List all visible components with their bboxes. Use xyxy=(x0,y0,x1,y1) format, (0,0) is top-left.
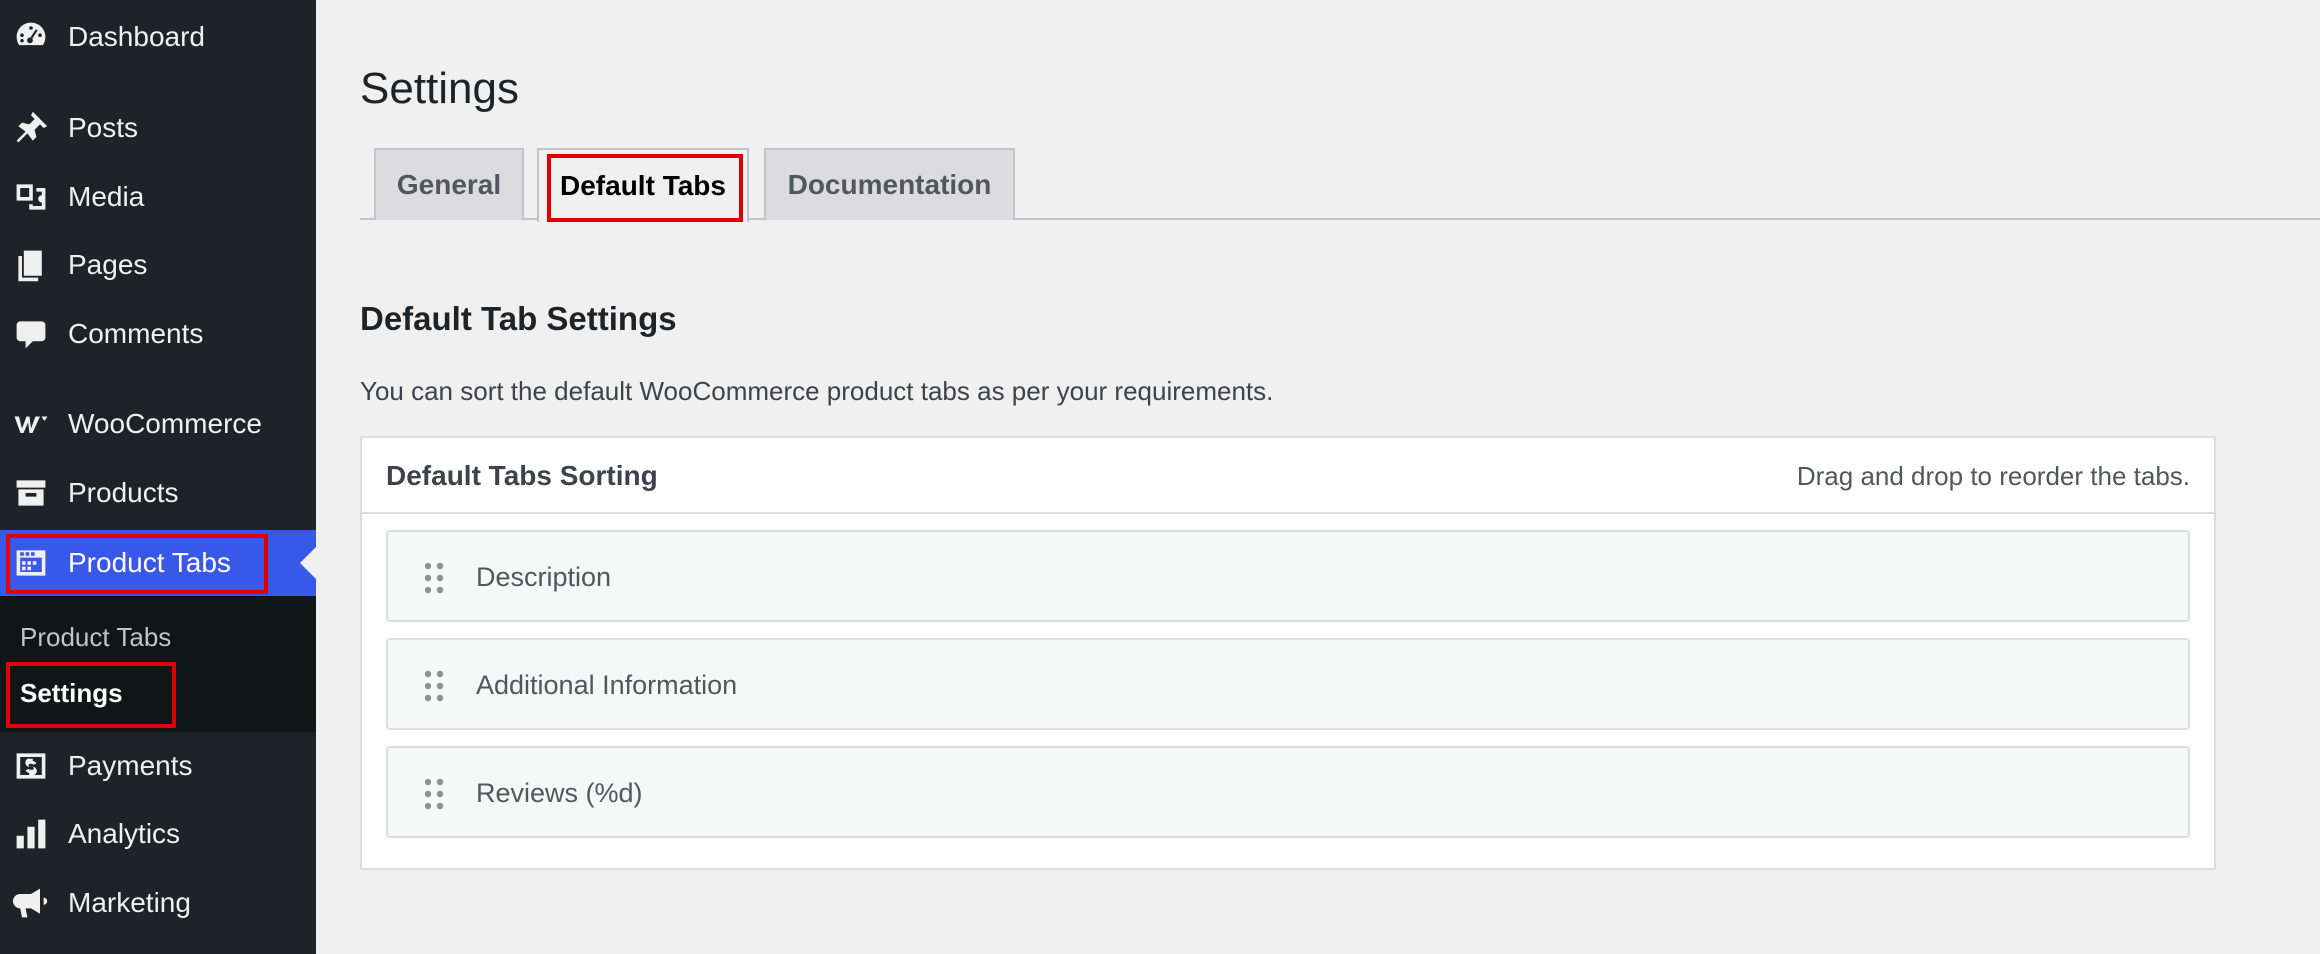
admin-sidebar: Dashboard Posts Media Pages Comments Woo… xyxy=(0,0,316,954)
media-icon xyxy=(12,178,50,216)
sidebar-item-analytics[interactable]: Analytics xyxy=(0,803,316,865)
sidebar-item-label: Marketing xyxy=(68,887,191,918)
tab-general[interactable]: General xyxy=(374,148,524,220)
bar-chart-icon xyxy=(12,815,50,853)
sortable-item-label: Reviews (%d) xyxy=(476,778,643,808)
sidebar-item-label: Payments xyxy=(68,750,193,781)
sidebar-item-pages[interactable]: Pages xyxy=(0,234,316,296)
default-tabs-sorting-panel: Default Tabs Sorting Drag and drop to re… xyxy=(360,436,2216,870)
sidebar-item-payments[interactable]: Payments xyxy=(0,735,316,797)
sidebar-item-label: Media xyxy=(68,181,145,212)
sidebar-item-comments[interactable]: Comments xyxy=(0,303,316,365)
sortable-item-reviews[interactable]: Reviews (%d) xyxy=(386,746,2190,838)
drag-handle-icon[interactable] xyxy=(424,562,444,594)
sidebar-item-label: WooCommerce xyxy=(68,408,262,439)
comment-icon xyxy=(12,315,50,353)
sortable-item-label: Additional Information xyxy=(476,670,738,700)
drag-handle-icon[interactable] xyxy=(424,778,444,810)
sidebar-item-marketing[interactable]: Marketing xyxy=(0,872,316,934)
archive-icon xyxy=(12,474,50,512)
section-title: Default Tab Settings xyxy=(360,300,677,337)
sidebar-item-posts[interactable]: Posts xyxy=(0,97,316,159)
page-title: Settings xyxy=(360,64,519,113)
pages-icon xyxy=(12,246,50,284)
sidebar-item-label: Dashboard xyxy=(68,21,205,52)
drag-handle-icon[interactable] xyxy=(424,670,444,702)
sidebar-item-label: Comments xyxy=(68,318,204,349)
sidebar-item-label: Pages xyxy=(68,249,148,280)
submenu-item-settings[interactable]: Settings xyxy=(20,678,123,709)
sortable-item-additional-information[interactable]: Additional Information xyxy=(386,638,2190,730)
sidebar-item-label: Product Tabs xyxy=(68,547,231,578)
panel-header: Default Tabs Sorting Drag and drop to re… xyxy=(362,438,2214,514)
product-tabs-icon xyxy=(12,544,50,582)
sidebar-item-media[interactable]: Media xyxy=(0,166,316,228)
panel-hint: Drag and drop to reorder the tabs. xyxy=(1796,461,2190,491)
dollar-icon xyxy=(12,747,50,785)
sidebar-item-label: Posts xyxy=(68,112,139,143)
megaphone-icon xyxy=(12,884,50,922)
pin-icon xyxy=(12,109,50,147)
sidebar-item-dashboard[interactable]: Dashboard xyxy=(0,6,316,68)
tab-default-tabs[interactable]: Default Tabs xyxy=(537,148,749,222)
current-menu-arrow xyxy=(300,547,316,579)
sidebar-item-products[interactable]: Products xyxy=(0,462,316,524)
section-description: You can sort the default WooCommerce pro… xyxy=(360,376,1274,406)
submenu-item-product-tabs[interactable]: Product Tabs xyxy=(20,622,171,653)
sidebar-item-product-tabs[interactable]: Product Tabs xyxy=(0,530,316,596)
tab-documentation[interactable]: Documentation xyxy=(764,148,1015,220)
woocommerce-icon xyxy=(12,405,50,443)
sortable-item-description[interactable]: Description xyxy=(386,530,2190,622)
sidebar-submenu: Product Tabs Settings xyxy=(0,596,316,732)
sidebar-item-label: Products xyxy=(68,477,179,508)
sidebar-item-woocommerce[interactable]: WooCommerce xyxy=(0,393,316,455)
dashboard-icon xyxy=(12,18,50,56)
sortable-item-label: Description xyxy=(476,562,612,592)
sidebar-item-label: Analytics xyxy=(68,818,181,849)
panel-title: Default Tabs Sorting xyxy=(386,460,658,491)
